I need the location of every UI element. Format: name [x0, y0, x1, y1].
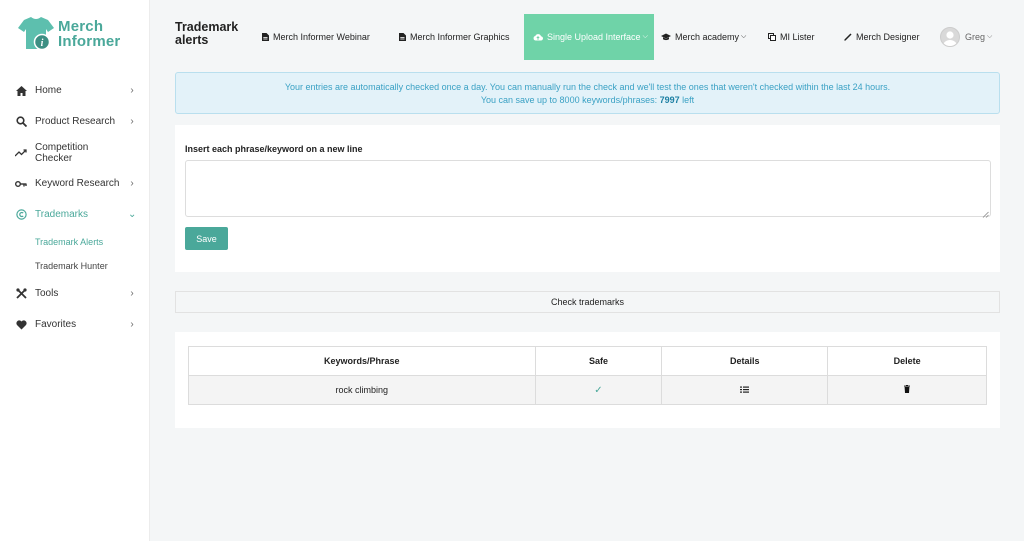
document-icon — [399, 33, 406, 41]
graduation-cap-icon — [661, 33, 671, 41]
sidebar-item-product-research[interactable]: Product Research › — [0, 106, 150, 137]
safe-cell: ✓ — [534, 375, 663, 405]
chevron-right-icon: › — [130, 178, 134, 189]
nav-merch-designer[interactable]: Merch Designer — [844, 14, 920, 60]
table-header-row: Keywords/Phrase Safe Details Delete — [188, 346, 987, 376]
sidebar-item-label: Competition Checker — [35, 141, 89, 164]
chevron-down-icon: ⌵ — [642, 33, 648, 40]
sidebar-subitem-trademark-alerts[interactable]: Trademark Alerts — [0, 230, 150, 254]
info-alert: Your entries are automatically checked o… — [175, 72, 1000, 114]
tools-icon — [14, 287, 28, 301]
shirt-logo-icon: i — [16, 15, 56, 53]
check-trademarks-button[interactable]: Check trademarks — [175, 291, 1000, 313]
sidebar-nav: Home › Product Research › Competition Ch… — [0, 75, 150, 340]
sidebar-item-keyword-research[interactable]: Keyword Research › — [0, 168, 150, 199]
sidebar: i Merch Informer Home › Product Research… — [0, 0, 150, 541]
sidebar-item-home[interactable]: Home › — [0, 75, 150, 106]
info-line-2: You can save up to 8000 keywords/phrases… — [176, 94, 999, 107]
sidebar-item-label: Tools — [35, 288, 59, 299]
chevron-right-icon: › — [130, 85, 134, 96]
copyright-icon — [14, 208, 28, 222]
sidebar-item-label: Favorites — [35, 319, 77, 330]
save-button[interactable]: Save — [185, 227, 228, 250]
trademarks-table: Keywords/Phrase Safe Details Delete rock… — [188, 346, 987, 405]
chevron-down-icon: ⌵ — [741, 33, 747, 40]
info-line-2-prefix: You can save up to 8000 keywords/phrases… — [480, 95, 660, 105]
nav-merch-academy[interactable]: Merch academy ⌵ — [661, 14, 746, 60]
pencil-icon — [844, 33, 852, 41]
nav-label: Merch academy — [675, 32, 740, 42]
document-icon — [262, 33, 269, 41]
remaining-count: 7997 — [659, 95, 680, 105]
list-details-icon[interactable] — [740, 385, 750, 395]
nav-label: Merch Informer Graphics — [410, 32, 510, 42]
sidebar-item-trademarks[interactable]: Trademarks ⌄ — [0, 199, 150, 230]
user-name: Greg — [965, 32, 986, 42]
nav-single-upload-interface[interactable]: Single Upload Interface ⌵ — [524, 14, 654, 60]
home-icon — [14, 84, 28, 98]
key-icon — [14, 177, 28, 191]
nav-mi-lister[interactable]: MI Lister — [768, 14, 815, 60]
chevron-right-icon: › — [130, 319, 134, 330]
column-header-details: Details — [661, 346, 829, 376]
column-header-delete: Delete — [827, 346, 987, 376]
sidebar-item-competition-checker[interactable]: Competition Checker — [0, 137, 150, 168]
brand-name: Merch Informer — [58, 19, 120, 49]
avatar — [940, 27, 960, 47]
trash-icon[interactable] — [904, 385, 911, 395]
delete-cell — [827, 375, 987, 405]
chevron-down-icon: ⌄ — [128, 209, 137, 220]
info-line-1: Your entries are automatically checked o… — [284, 82, 891, 92]
table-row: rock climbing ✓ — [188, 375, 987, 405]
info-line-2-suffix: left — [679, 95, 695, 105]
search-icon — [14, 115, 28, 129]
details-cell — [661, 375, 829, 405]
nav-label: Merch Informer Webinar — [273, 32, 370, 42]
chevron-down-icon: ⌵ — [987, 33, 993, 40]
keyword-form-card: Insert each phrase/keyword on a new line… — [175, 125, 1000, 272]
nav-label: MI Lister — [780, 32, 815, 42]
sidebar-item-label: Trademarks — [35, 209, 88, 220]
user-menu[interactable]: Greg ⌵ — [940, 14, 992, 60]
logo[interactable]: i Merch Informer — [16, 14, 126, 54]
column-header-keyword: Keywords/Phrase — [188, 346, 536, 376]
brand-line2: Informer — [58, 33, 121, 50]
keywords-field-label: Insert each phrase/keyword on a new line — [185, 144, 363, 154]
nav-label: Merch Designer — [856, 32, 920, 42]
heart-icon — [14, 318, 28, 332]
nav-merch-informer-webinar[interactable]: Merch Informer Webinar — [262, 14, 370, 60]
top-bar: Trademark alerts Merch Informer Webinar … — [150, 0, 1024, 72]
sidebar-item-label: Home — [35, 85, 62, 96]
column-header-safe: Safe — [534, 346, 663, 376]
brand-line1: Merch — [58, 18, 104, 35]
trademarks-table-card: Keywords/Phrase Safe Details Delete rock… — [175, 332, 1000, 428]
chevron-right-icon: › — [130, 288, 134, 299]
sidebar-item-label: Product Research — [35, 116, 116, 127]
sidebar-subitem-trademark-hunter[interactable]: Trademark Hunter — [0, 254, 150, 278]
sidebar-item-favorites[interactable]: Favorites › — [0, 309, 150, 340]
resize-handle-icon[interactable] — [982, 210, 989, 218]
svg-text:i: i — [41, 38, 44, 49]
sidebar-item-label: Keyword Research — [35, 178, 120, 189]
keywords-textarea[interactable] — [185, 160, 991, 217]
nav-label: Single Upload Interface — [547, 32, 641, 42]
nav-merch-informer-graphics[interactable]: Merch Informer Graphics — [399, 14, 510, 60]
keyword-cell: rock climbing — [188, 375, 536, 405]
copy-icon — [768, 33, 776, 41]
trend-icon — [14, 146, 28, 160]
cloud-upload-icon — [533, 33, 543, 41]
check-icon: ✓ — [594, 384, 603, 396]
page-title: Trademark alerts — [175, 20, 239, 47]
sidebar-item-tools[interactable]: Tools › — [0, 278, 150, 309]
chevron-right-icon: › — [130, 116, 134, 127]
